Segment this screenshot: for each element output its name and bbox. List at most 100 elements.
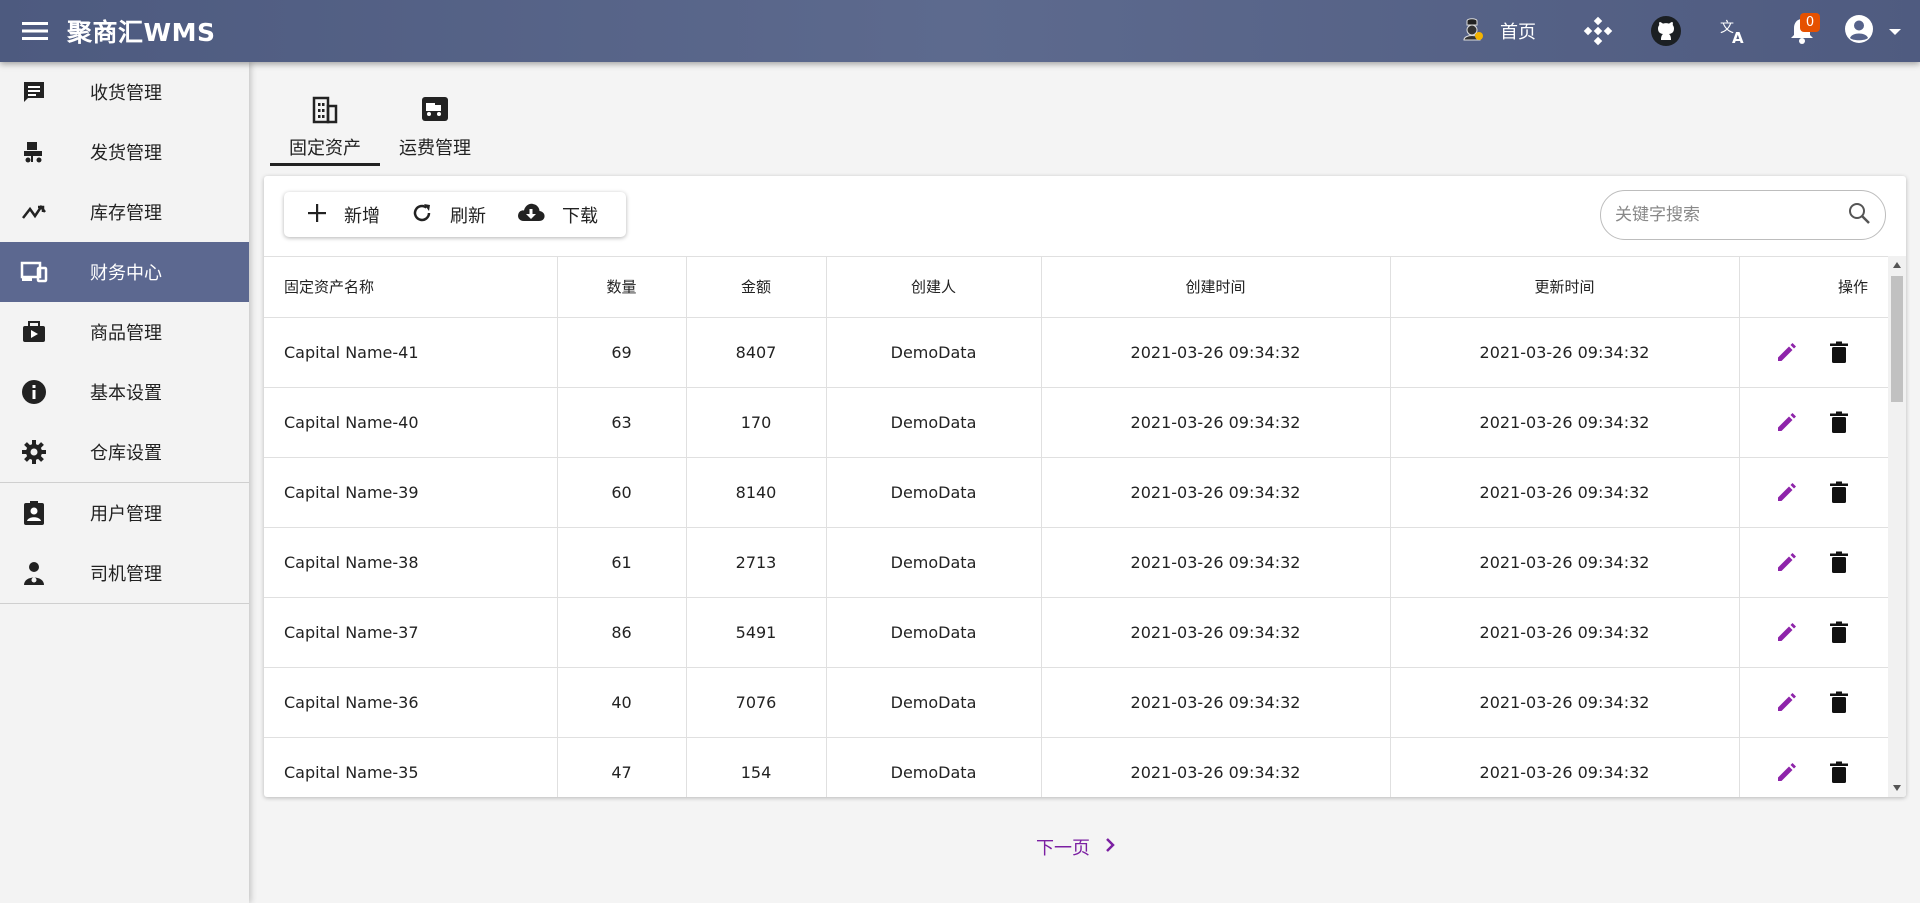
delete-icon[interactable] (1826, 619, 1852, 645)
cell-created: 2021-03-26 09:34:32 (1041, 667, 1391, 738)
search-input[interactable] (1615, 205, 1847, 225)
delete-icon[interactable] (1826, 759, 1852, 785)
cell-creator: DemoData (826, 737, 1042, 797)
edit-icon[interactable] (1774, 689, 1800, 715)
table-row[interactable]: Capital Name-36 40 7076 DemoData 2021-03… (264, 667, 1888, 738)
svg-text:A: A (1732, 29, 1744, 46)
nav-group-operations: 收货管理 发货管理 库存管理 财务中心 商品管理 基本设置 仓库设置 (0, 62, 249, 483)
cell-name: Capital Name-41 (264, 317, 558, 388)
next-page-button[interactable]: 下一页 (1036, 834, 1116, 860)
next-page-label: 下一页 (1036, 838, 1090, 859)
cell-actions (1738, 317, 1888, 388)
content-card: 新增 刷新 下载 关键字搜索 固定资产名称 数量 金额 创建人 创建时间 更新时… (264, 176, 1906, 797)
cell-qty: 86 (557, 597, 687, 668)
sidebar-item-finance[interactable]: 财务中心 (0, 242, 249, 302)
cell-updated: 2021-03-26 09:34:32 (1390, 597, 1740, 668)
column-header-name[interactable]: 固定资产名称 (264, 257, 558, 318)
trending-icon (20, 198, 48, 226)
cell-amount: 2713 (686, 527, 827, 598)
cell-updated: 2021-03-26 09:34:32 (1390, 667, 1740, 738)
bell-icon[interactable]: 0 (1780, 9, 1824, 53)
tab-freight[interactable]: 运费管理 (380, 86, 490, 166)
cell-qty: 47 (557, 737, 687, 797)
scroll-up-arrow[interactable] (1893, 262, 1901, 268)
cell-qty: 69 (557, 317, 687, 388)
receipt-icon (20, 78, 48, 106)
sidebar-item-basic-settings[interactable]: 基本设置 (0, 362, 249, 422)
cell-created: 2021-03-26 09:34:32 (1041, 527, 1391, 598)
search-icon[interactable] (1847, 201, 1871, 229)
edit-icon[interactable] (1774, 339, 1800, 365)
scroll-down-arrow[interactable] (1893, 785, 1901, 791)
column-header-creator[interactable]: 创建人 (826, 257, 1042, 318)
cell-updated: 2021-03-26 09:34:32 (1390, 387, 1740, 458)
cell-amount: 5491 (686, 597, 827, 668)
edit-icon[interactable] (1774, 409, 1800, 435)
download-button[interactable]: 下载 (504, 192, 616, 237)
cell-name: Capital Name-40 (264, 387, 558, 458)
edit-icon[interactable] (1774, 549, 1800, 575)
cell-amount: 170 (686, 387, 827, 458)
delete-icon[interactable] (1826, 479, 1852, 505)
cell-amount: 8140 (686, 457, 827, 528)
cell-name: Capital Name-38 (264, 527, 558, 598)
table-body: Capital Name-41 69 8407 DemoData 2021-03… (264, 317, 1888, 797)
account-menu[interactable] (1844, 14, 1902, 48)
cell-amount: 7076 (686, 667, 827, 738)
cell-created: 2021-03-26 09:34:32 (1041, 597, 1391, 668)
cell-actions (1738, 527, 1888, 598)
home-guard-icon (1458, 15, 1486, 48)
account-icon (1844, 14, 1874, 48)
sidebar-item-products[interactable]: 商品管理 (0, 302, 249, 362)
sidebar-item-warehouse-settings[interactable]: 仓库设置 (0, 422, 249, 482)
search-box (1600, 190, 1886, 240)
table-row[interactable]: Capital Name-41 69 8407 DemoData 2021-03… (264, 317, 1888, 388)
badge-icon (20, 499, 48, 527)
edit-icon[interactable] (1774, 759, 1800, 785)
sidebar-item-users[interactable]: 用户管理 (0, 483, 249, 543)
toolbar: 新增 刷新 下载 (284, 192, 626, 237)
table-header-row: 固定资产名称 数量 金额 创建人 创建时间 更新时间 操作 (264, 257, 1888, 318)
tab-fixed-assets[interactable]: 固定资产 (270, 86, 380, 166)
scrollbar-thumb[interactable] (1891, 276, 1903, 402)
table-row[interactable]: Capital Name-40 63 170 DemoData 2021-03-… (264, 387, 1888, 458)
cell-updated: 2021-03-26 09:34:32 (1390, 457, 1740, 528)
edit-icon[interactable] (1774, 619, 1800, 645)
vertical-scrollbar[interactable] (1888, 256, 1906, 797)
cell-name: Capital Name-39 (264, 457, 558, 528)
delete-icon[interactable] (1826, 339, 1852, 365)
refresh-button[interactable]: 刷新 (398, 192, 504, 237)
delete-icon[interactable] (1826, 409, 1852, 435)
sidebar-item-shipping[interactable]: 发货管理 (0, 122, 249, 182)
github-icon[interactable] (1644, 9, 1688, 53)
column-header-qty[interactable]: 数量 (557, 257, 687, 318)
table-row[interactable]: Capital Name-37 86 5491 DemoData 2021-03… (264, 597, 1888, 668)
home-link[interactable]: 首页 (1458, 15, 1536, 48)
edit-icon[interactable] (1774, 479, 1800, 505)
menu-icon[interactable] (17, 13, 53, 49)
column-header-updated[interactable]: 更新时间 (1390, 257, 1740, 318)
refresh-icon (410, 201, 434, 229)
cell-actions (1738, 597, 1888, 668)
sidebar-item-inventory[interactable]: 库存管理 (0, 182, 249, 242)
sidebar-item-drivers[interactable]: 司机管理 (0, 543, 249, 603)
delete-icon[interactable] (1826, 689, 1852, 715)
table-row[interactable]: Capital Name-35 47 154 DemoData 2021-03-… (264, 737, 1888, 797)
delete-icon[interactable] (1826, 549, 1852, 575)
table-row[interactable]: Capital Name-38 61 2713 DemoData 2021-03… (264, 527, 1888, 598)
network-icon[interactable] (1576, 9, 1620, 53)
truck-icon (20, 138, 48, 166)
translate-icon[interactable]: 文A (1712, 9, 1756, 53)
cell-created: 2021-03-26 09:34:32 (1041, 737, 1391, 797)
column-header-created[interactable]: 创建时间 (1041, 257, 1391, 318)
cell-creator: DemoData (826, 597, 1042, 668)
cell-qty: 61 (557, 527, 687, 598)
column-header-amount[interactable]: 金额 (686, 257, 827, 318)
devices-icon (20, 258, 48, 286)
table-row[interactable]: Capital Name-39 60 8140 DemoData 2021-03… (264, 457, 1888, 528)
cell-actions (1738, 737, 1888, 797)
sidebar-item-receiving[interactable]: 收货管理 (0, 62, 249, 122)
cell-amount: 154 (686, 737, 827, 797)
cell-amount: 8407 (686, 317, 827, 388)
add-button[interactable]: 新增 (294, 192, 398, 237)
